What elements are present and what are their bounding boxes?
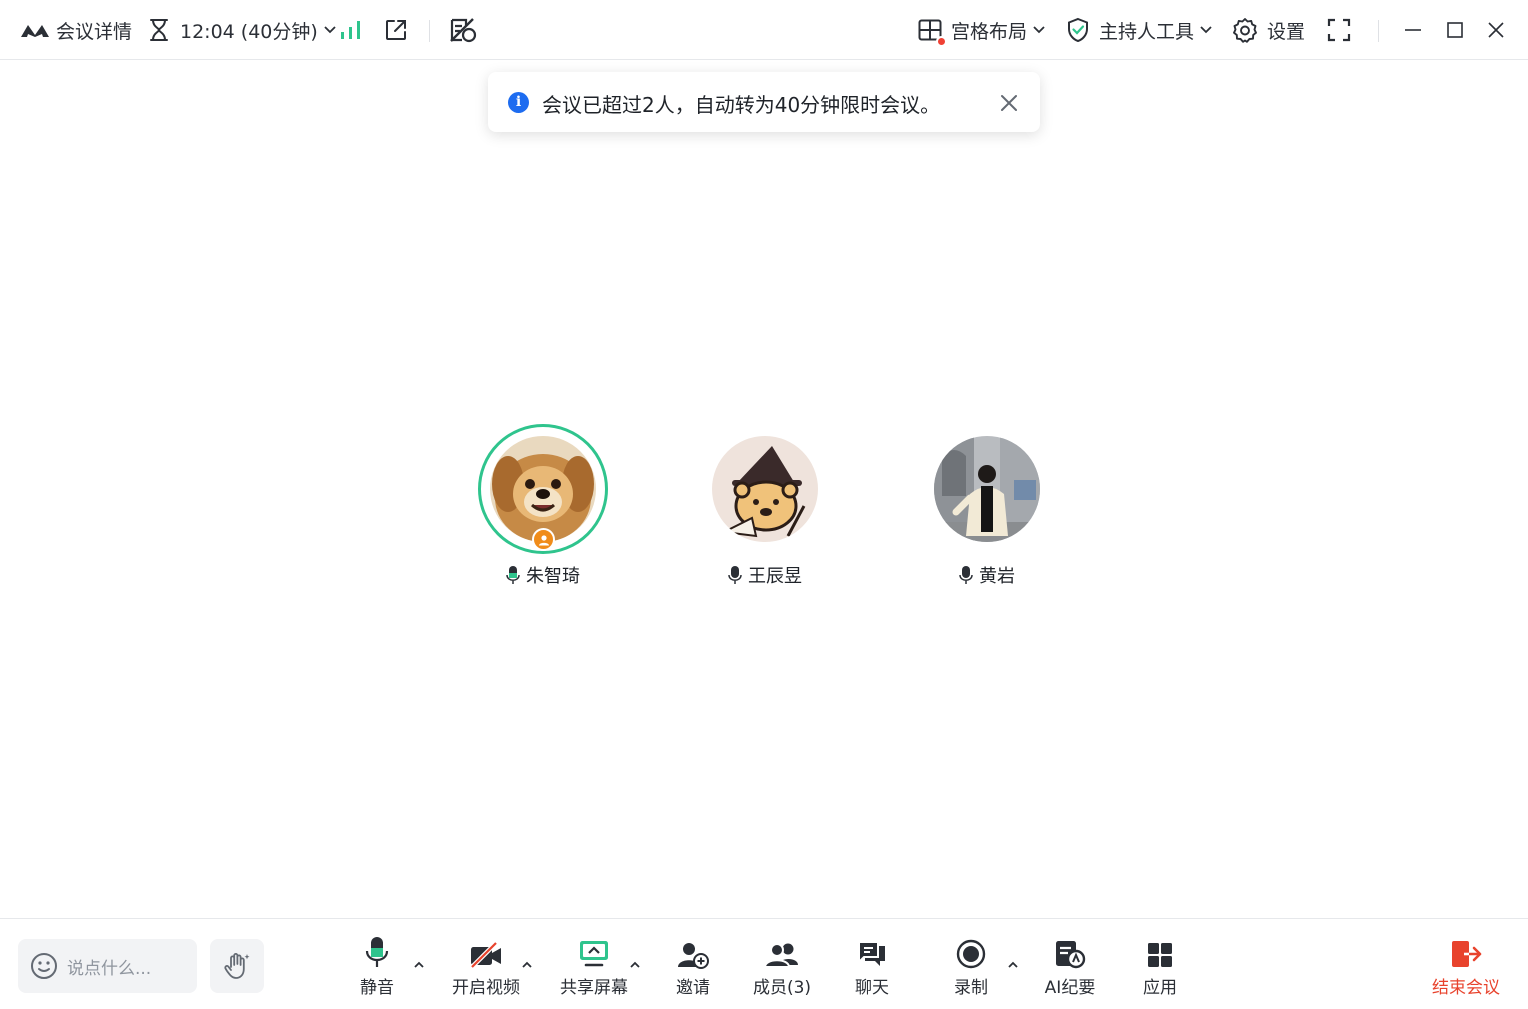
participant-name-row: 朱智琦 [453, 562, 633, 588]
record-label: 录制 [954, 978, 988, 998]
chevron-up-icon[interactable] [520, 957, 534, 971]
participant-avatar-container [478, 424, 608, 554]
ai-minutes-button[interactable]: AI纪要 [1022, 931, 1118, 1003]
avatar [934, 436, 1040, 542]
add-user-icon [677, 931, 709, 969]
avatar [490, 436, 596, 542]
chat-button[interactable]: 聊天 [824, 931, 920, 1003]
start-video-label: 开启视频 [452, 978, 520, 998]
close-window-icon[interactable] [1487, 0, 1505, 60]
grid-layout-icon [918, 19, 947, 47]
microphone-icon [364, 931, 390, 969]
microphone-active-icon [506, 565, 520, 585]
participant-name: 王辰昱 [748, 566, 802, 587]
meeting-window: 会议详情 12:04 (40分钟) 宫格布局 主持人工具 设置 i 会议已超过2… [0, 0, 1528, 1009]
notification-toast: i 会议已超过2人，自动转为40分钟限时会议。 [488, 72, 1040, 132]
apps-grid-icon [1146, 931, 1174, 969]
participant-name-row: 黄岩 [897, 562, 1077, 588]
members-label: 成员(3) [752, 978, 812, 998]
title-bar: 会议详情 12:04 (40分钟) 宫格布局 主持人工具 设置 [0, 0, 1528, 60]
divider [429, 20, 430, 42]
host-badge-icon [532, 528, 555, 551]
chevron-down-icon [1033, 26, 1045, 34]
microphone-icon [959, 565, 973, 585]
external-link-icon[interactable] [384, 0, 408, 60]
share-screen-icon [578, 931, 610, 969]
chevron-up-icon[interactable] [628, 957, 642, 971]
hourglass-icon [148, 18, 170, 42]
end-meeting-label: 结束会议 [1432, 978, 1500, 998]
members-icon [764, 931, 800, 969]
participant-avatar-container [700, 424, 830, 554]
record-button[interactable]: 录制 [923, 931, 1019, 1003]
app-logo-icon [20, 21, 50, 39]
apps-button[interactable]: 应用 [1112, 931, 1208, 1003]
mute-button[interactable]: 静音 [329, 931, 425, 1003]
ai-minutes-label: AI纪要 [1044, 978, 1096, 998]
info-icon: i [508, 92, 529, 113]
share-screen-label: 共享屏幕 [560, 978, 628, 998]
record-icon [956, 931, 986, 969]
host-tools-label: 主持人工具 [1099, 20, 1195, 43]
minimize-icon[interactable] [1404, 0, 1422, 60]
shield-check-icon [1066, 17, 1090, 43]
timer-label: 12:04 (40分钟) [180, 20, 318, 43]
participant-avatar-container [922, 424, 1052, 554]
microphone-icon [728, 565, 742, 585]
participant-tile[interactable]: 黄岩 [897, 424, 1077, 594]
layout-label: 宫格布局 [951, 20, 1028, 43]
chat-placeholder: 说点什么... [67, 958, 152, 979]
chevron-up-icon[interactable] [1006, 957, 1020, 971]
quick-chat-input[interactable]: 说点什么... [18, 939, 197, 993]
ai-minutes-off-icon[interactable] [449, 0, 477, 60]
settings-label: 设置 [1267, 20, 1306, 43]
chat-icon [856, 931, 888, 969]
participant-name: 朱智琦 [526, 566, 580, 587]
exit-icon [1449, 931, 1483, 969]
participant-name: 黄岩 [979, 566, 1015, 587]
raise-hand-button[interactable] [210, 939, 264, 993]
chat-label: 聊天 [855, 978, 889, 998]
settings-button[interactable]: 设置 [1232, 0, 1305, 60]
meeting-timer[interactable]: 12:04 (40分钟) [148, 0, 336, 60]
invite-button[interactable]: 邀请 [645, 931, 741, 1003]
grid-layout-button[interactable]: 宫格布局 [918, 0, 1045, 60]
camera-off-icon [469, 931, 503, 969]
maximize-icon[interactable] [1446, 0, 1464, 60]
chevron-down-icon [324, 26, 336, 34]
chevron-up-icon[interactable] [412, 957, 426, 971]
toast-message: 会议已超过2人，自动转为40分钟限时会议。 [542, 93, 941, 117]
emoji-icon [30, 952, 58, 980]
fullscreen-icon[interactable] [1327, 0, 1351, 60]
divider [1378, 20, 1379, 42]
apps-label: 应用 [1143, 978, 1177, 998]
meeting-details-label: 会议详情 [56, 20, 133, 43]
invite-label: 邀请 [676, 978, 710, 998]
bottom-toolbar: 说点什么... 静音 开启视频 共享屏幕 邀请 成员(3) 聊天 录制 AI纪要… [0, 918, 1528, 1009]
participant-name-row: 王辰昱 [675, 562, 855, 588]
raise-hand-icon [222, 951, 252, 981]
gear-icon [1232, 17, 1258, 43]
network-signal-icon[interactable] [340, 0, 362, 60]
members-button[interactable]: 成员(3) [734, 931, 830, 1003]
meeting-details-button[interactable]: 会议详情 [20, 0, 132, 60]
end-meeting-button[interactable]: 结束会议 [1418, 931, 1514, 1003]
chevron-down-icon [1200, 26, 1212, 34]
participant-tile[interactable]: 王辰昱 [675, 424, 855, 594]
avatar [712, 436, 818, 542]
host-tools-button[interactable]: 主持人工具 [1066, 0, 1212, 60]
ai-minutes-icon [1054, 931, 1086, 969]
notification-dot [936, 36, 947, 47]
mute-label: 静音 [360, 978, 394, 998]
participant-tile[interactable]: 朱智琦 [453, 424, 633, 594]
close-icon[interactable] [998, 92, 1020, 114]
